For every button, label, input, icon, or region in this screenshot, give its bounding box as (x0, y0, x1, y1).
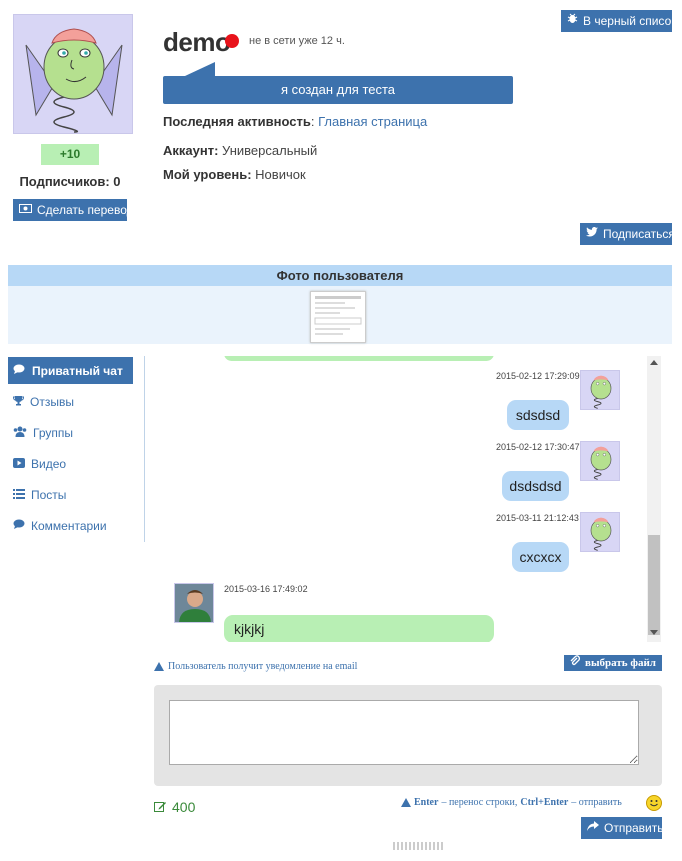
last-activity-label: Последняя активность (163, 114, 311, 129)
sender-avatar-photo (174, 583, 214, 623)
sender-avatar (580, 370, 620, 410)
chat-messages[interactable]: 2015-02-12 17:29:09 sdsdsd 2015-02-12 17… (145, 356, 662, 642)
last-seen-text: не в сети уже 12 ч. (249, 35, 345, 47)
transfer-button-label: Сделать перевод (37, 203, 134, 217)
account-type: Аккаунт: Универсальный (163, 143, 317, 158)
photos-header: Фото пользователя (8, 265, 672, 286)
email-notice: Пользователь получит уведомление на emai… (154, 661, 357, 672)
share-icon (587, 817, 599, 839)
username: demo (163, 27, 231, 57)
message-bubble: sdsdsd (507, 400, 569, 430)
users-icon (13, 426, 27, 440)
hint-enter: Enter (414, 797, 439, 808)
choose-file-label: выбрать файл (585, 657, 656, 669)
photo-thumbnail[interactable] (310, 291, 366, 343)
warning-icon (401, 798, 411, 807)
menu-item-comments[interactable]: Комментарии (8, 512, 133, 539)
last-activity-link[interactable]: Главная страница (318, 114, 427, 129)
blacklist-button-label: В черный список (583, 14, 677, 28)
comments-icon (13, 364, 26, 378)
sender-avatar (580, 512, 620, 552)
twitter-icon (586, 223, 598, 245)
send-button-label: Отправить (604, 821, 664, 835)
message-bubble: kjkjkj (224, 615, 494, 642)
offline-status-dot (225, 34, 239, 48)
menu-item-label: Посты (31, 487, 67, 502)
profile-menu: Приватный чат Отзывы Группы Видео Посты … (8, 356, 145, 542)
menu-item-groups[interactable]: Группы (8, 419, 133, 446)
user-level: Мой уровень: Новичок (163, 167, 306, 182)
menu-item-label: Комментарии (31, 518, 107, 533)
hint-ctrl-enter: Ctrl+Enter (520, 797, 569, 808)
message-input[interactable] (169, 700, 639, 765)
subscribe-button-label: Подписаться (603, 227, 675, 241)
menu-item-label: Приватный чат (32, 363, 123, 378)
scroll-down-icon[interactable] (650, 630, 658, 635)
menu-item-reviews[interactable]: Отзывы (8, 388, 133, 415)
money-icon (19, 199, 32, 221)
menu-item-private-chat[interactable]: Приватный чат (8, 357, 133, 384)
level-label: Мой уровень: (163, 167, 252, 182)
list-icon (13, 488, 25, 502)
level-value: Новичок (255, 167, 306, 182)
message-time: 2015-03-16 17:49:02 (224, 584, 308, 594)
bug-icon (567, 10, 578, 32)
video-icon (13, 457, 25, 471)
menu-item-video[interactable]: Видео (8, 450, 133, 477)
sender-avatar (580, 441, 620, 481)
previous-message-bubble (224, 356, 494, 361)
account-value: Универсальный (222, 143, 318, 158)
trophy-icon (12, 395, 25, 409)
message-bubble: cxcxcx (512, 542, 569, 572)
choose-file-button[interactable]: выбрать файл (564, 655, 662, 671)
chat-scrollbar-thumb[interactable] (648, 535, 660, 635)
paperclip-icon (570, 655, 581, 671)
message-bubble: dsdsdsd (502, 471, 569, 501)
char-count-value: 400 (172, 799, 196, 815)
email-notice-text: Пользователь получит уведомление на emai… (168, 661, 358, 672)
status-message: я создан для теста (163, 76, 513, 104)
hint-enter-text: – перенос строки, (441, 797, 518, 808)
menu-item-label: Видео (31, 456, 67, 471)
keyboard-hint: Enter – перенос строки, Ctrl+Enter – отп… (401, 797, 622, 808)
warning-icon (154, 662, 164, 671)
subscribers-count: Подписчиков: 0 (19, 174, 121, 189)
message-time: 2015-02-12 17:29:09 (496, 371, 580, 381)
menu-item-posts[interactable]: Посты (8, 481, 133, 508)
rating-badge: +10 (41, 144, 99, 165)
profile-avatar (13, 14, 133, 134)
menu-item-label: Отзывы (30, 394, 74, 409)
emoji-icon[interactable] (646, 795, 662, 811)
resize-handle[interactable] (393, 842, 443, 850)
status-bubble-tail (185, 62, 215, 76)
send-button[interactable]: Отправить (581, 817, 664, 839)
scroll-up-icon[interactable] (650, 360, 658, 365)
transfer-button[interactable]: Сделать перевод (13, 199, 134, 221)
subscribe-button[interactable]: Подписаться (580, 223, 675, 245)
char-counter: 400 (154, 799, 195, 815)
hint-ctrl-text: – отправить (571, 797, 622, 808)
blacklist-button[interactable]: В черный список (561, 10, 677, 32)
message-time: 2015-03-11 21:12:43 (496, 513, 579, 523)
edit-icon (154, 799, 167, 815)
message-time: 2015-02-12 17:30:47 (496, 442, 580, 452)
last-activity: Последняя активность: Главная страница (163, 114, 428, 129)
account-label: Аккаунт: (163, 143, 219, 158)
comment-icon (13, 519, 25, 533)
menu-item-label: Группы (33, 425, 73, 440)
